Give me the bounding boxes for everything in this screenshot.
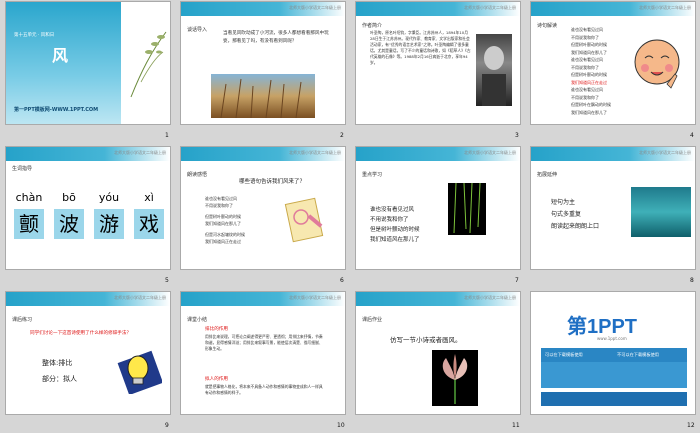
question-text: 哪些语句告诉我们风来了？ <box>239 179 306 185</box>
summary-lines: 短句为主 句式多重复 朗读起来朗朗上口 <box>551 199 600 230</box>
section-tag: 朗读感悟 <box>187 172 208 178</box>
hanzi-box: 波 <box>54 209 84 239</box>
author-photo <box>476 34 512 106</box>
section-tag: 课后练习 <box>12 317 33 323</box>
lightbulb-icon <box>116 348 164 396</box>
slide-number: 5 <box>165 277 169 284</box>
slide-thumb-11[interactable]: 北师大版小学语文二年级上册 课后作业 仿写一节小诗或者画风。 <box>355 291 521 415</box>
section-tag: 课堂小结 <box>187 317 208 323</box>
slide-number: 6 <box>340 277 344 284</box>
pinyin: xì <box>144 191 154 204</box>
slide-thumb-10[interactable]: 北师大版小学语文二年级上册 课堂小结 排比的作用 用排比来说理，可把论点阐述得更… <box>180 291 346 415</box>
plant-photo <box>432 350 478 406</box>
slide-thumb-3[interactable]: 北师大版小学语文二年级上册 作者简介 叶圣陶，原名叶绍钧，字秉臣。江苏苏州人，1… <box>355 1 521 125</box>
answer-1: 整体:排比 <box>42 359 73 367</box>
slide-thumb-9[interactable]: 北师大版小学语文二年级上册 课后练习 同学们讨论一下这首诗使用了什么样的修辞手法… <box>5 291 171 415</box>
heading-2: 拟人的作用 <box>205 377 228 382</box>
brand-text: 北师大版小学语文二年级上册 <box>289 295 341 300</box>
slide-thumb-1[interactable]: 第十五单元 · 风和日 风 第一PPT模板网-WWW.1PPT.COM <box>5 1 171 125</box>
section-tag: 课后作业 <box>362 317 383 323</box>
character-row: chàn bō yóu xì 颤 波 游 戏 <box>14 191 164 251</box>
paragraph-1: 用排比来说理，可把论点阐述得更严密、更透彻；用排比来抒情，节奏和谐，显得感情洋溢… <box>205 334 323 351</box>
answer-2: 部分：拟人 <box>42 375 77 383</box>
heading-1: 排比的作用 <box>205 327 228 332</box>
section-tag: 重点学习 <box>362 172 383 178</box>
slide-number: 10 <box>337 422 345 429</box>
hanzi-box: 游 <box>94 209 124 239</box>
clipboard-illustration <box>281 195 331 245</box>
slide-thumb-6[interactable]: 北师大版小学语文二年级上册 朗读感悟 哪些语句告诉我们风来了？ 谁也没有看见过风… <box>180 146 346 270</box>
slide-thumb-8[interactable]: 北师大版小学语文二年级上册 拓展延伸 短句为主 句式多重复 朗读起来朗朗上口 <box>530 146 696 270</box>
brand-text: 北师大版小学语文二年级上册 <box>464 5 516 10</box>
section-tag: 诗句解读 <box>537 23 558 29</box>
slide-number: 8 <box>690 277 694 284</box>
slide-footer: 第一PPT模板网-WWW.1PPT.COM <box>14 107 99 113</box>
brand-text: 北师大版小学语文二年级上册 <box>114 295 166 300</box>
slide-number: 3 <box>515 132 519 139</box>
slide-number: 11 <box>512 422 520 429</box>
pinyin: bō <box>62 191 76 204</box>
logo-url: www.1ppt.com <box>597 336 627 341</box>
hanzi-box: 颤 <box>14 209 44 239</box>
poem-lines: 谁也没有看见过风 不用说我和你了 但是树叶颤动的时候 我们知道风在那儿了 谁也没有看见… <box>571 27 611 115</box>
slide-number: 7 <box>515 277 519 284</box>
poem-lines: 谁也没有看见过风 不用说我和你了 但是树叶颤动的时候 我们知道风在那儿了 但是河水起… <box>205 196 245 244</box>
slide-number: 12 <box>687 422 695 429</box>
info-left: 可以在下载模板使用 <box>545 352 583 357</box>
question-text: 同学们讨论一下这首诗使用了什么样的修辞手法？ <box>30 331 132 336</box>
poem-lines: 谁也没有看见过风 不用说我和你了 但是树叶颤动的时候 我们知道风在那儿了 <box>370 207 420 243</box>
paragraph-2: 就是把事物人格化，将本来不具备人动作和感情的事物变成和人一样具有动作和感情的样子… <box>205 384 323 395</box>
homework-text: 仿写一节小诗或者画风。 <box>390 336 462 344</box>
willow-photo <box>448 182 486 235</box>
info-body <box>541 362 687 388</box>
slide-thumb-2[interactable]: 北师大版小学语文二年级上册 谈话导入 当看见风吹动成了小河流，很多人都想看看那风… <box>180 1 346 125</box>
section-tag: 拓展延伸 <box>537 172 558 178</box>
brand-text: 北师大版小学语文二年级上册 <box>114 150 166 155</box>
slide-number: 9 <box>165 422 169 429</box>
slide-thumbnail-grid: 第十五单元 · 风和日 风 第一PPT模板网-WWW.1PPT.COM 1 北师… <box>5 1 696 433</box>
brand-text: 北师大版小学语文二年级上册 <box>464 150 516 155</box>
pinyin: yóu <box>98 191 120 204</box>
slide-thumb-12[interactable]: 第1PPT www.1ppt.com 可以在下载模板使用 不可以在下载模板使用 <box>530 291 696 415</box>
section-tag: 生词指导 <box>12 166 33 172</box>
logo-text: 第1PPT <box>567 316 638 338</box>
slide-text: 叶圣陶，原名叶绍钧，字秉臣。江苏苏州人，1894年10月28日生于江苏苏州。现代… <box>370 30 471 65</box>
brand-text: 北师大版小学语文二年级上册 <box>289 5 341 10</box>
slide-thumb-7[interactable]: 北师大版小学语文二年级上册 重点学习 谁也没有看见过风 不用说我和你了 但是树叶颤动… <box>355 146 521 270</box>
brand-text: 北师大版小学语文二年级上册 <box>464 295 516 300</box>
water-photo <box>631 187 691 237</box>
section-tag: 谈话导入 <box>187 27 208 33</box>
slide-thumb-4[interactable]: 北师大版小学语文二年级上册 诗句解读 谁也没有看见过风 不用说我和你了 但是树叶颤动… <box>530 1 696 125</box>
cartoon-face <box>631 36 683 96</box>
slide-title: 风 <box>52 46 69 65</box>
info-right: 不可以在下载模板使用 <box>617 352 659 357</box>
slide-number: 4 <box>690 132 694 139</box>
brand-text: 北师大版小学语文二年级上册 <box>639 5 691 10</box>
hanzi-box: 戏 <box>134 209 164 239</box>
brand-text: 北师大版小学语文二年级上册 <box>289 150 341 155</box>
slide-number: 1 <box>165 132 169 139</box>
slide-number: 2 <box>340 132 344 139</box>
reed-decoration <box>121 22 170 102</box>
slide-text: 当看见风吹动成了小河流，很多人都想看看那风中玩耍，那看见了吗，有没有看到风呢？ <box>223 31 329 44</box>
brand-text: 北师大版小学语文二年级上册 <box>639 150 691 155</box>
reed-photo <box>211 74 315 119</box>
slide-thumb-5[interactable]: 北师大版小学语文二年级上册 生词指导 chàn bō yóu xì 颤 波 游 … <box>5 146 171 270</box>
pinyin: chàn <box>15 191 43 204</box>
section-tag: 作者简介 <box>362 23 383 29</box>
footer-band <box>541 392 687 406</box>
slide-subtitle: 第十五单元 · 风和日 <box>14 33 55 38</box>
info-panel: 可以在下载模板使用 不可以在下载模板使用 <box>541 348 687 388</box>
